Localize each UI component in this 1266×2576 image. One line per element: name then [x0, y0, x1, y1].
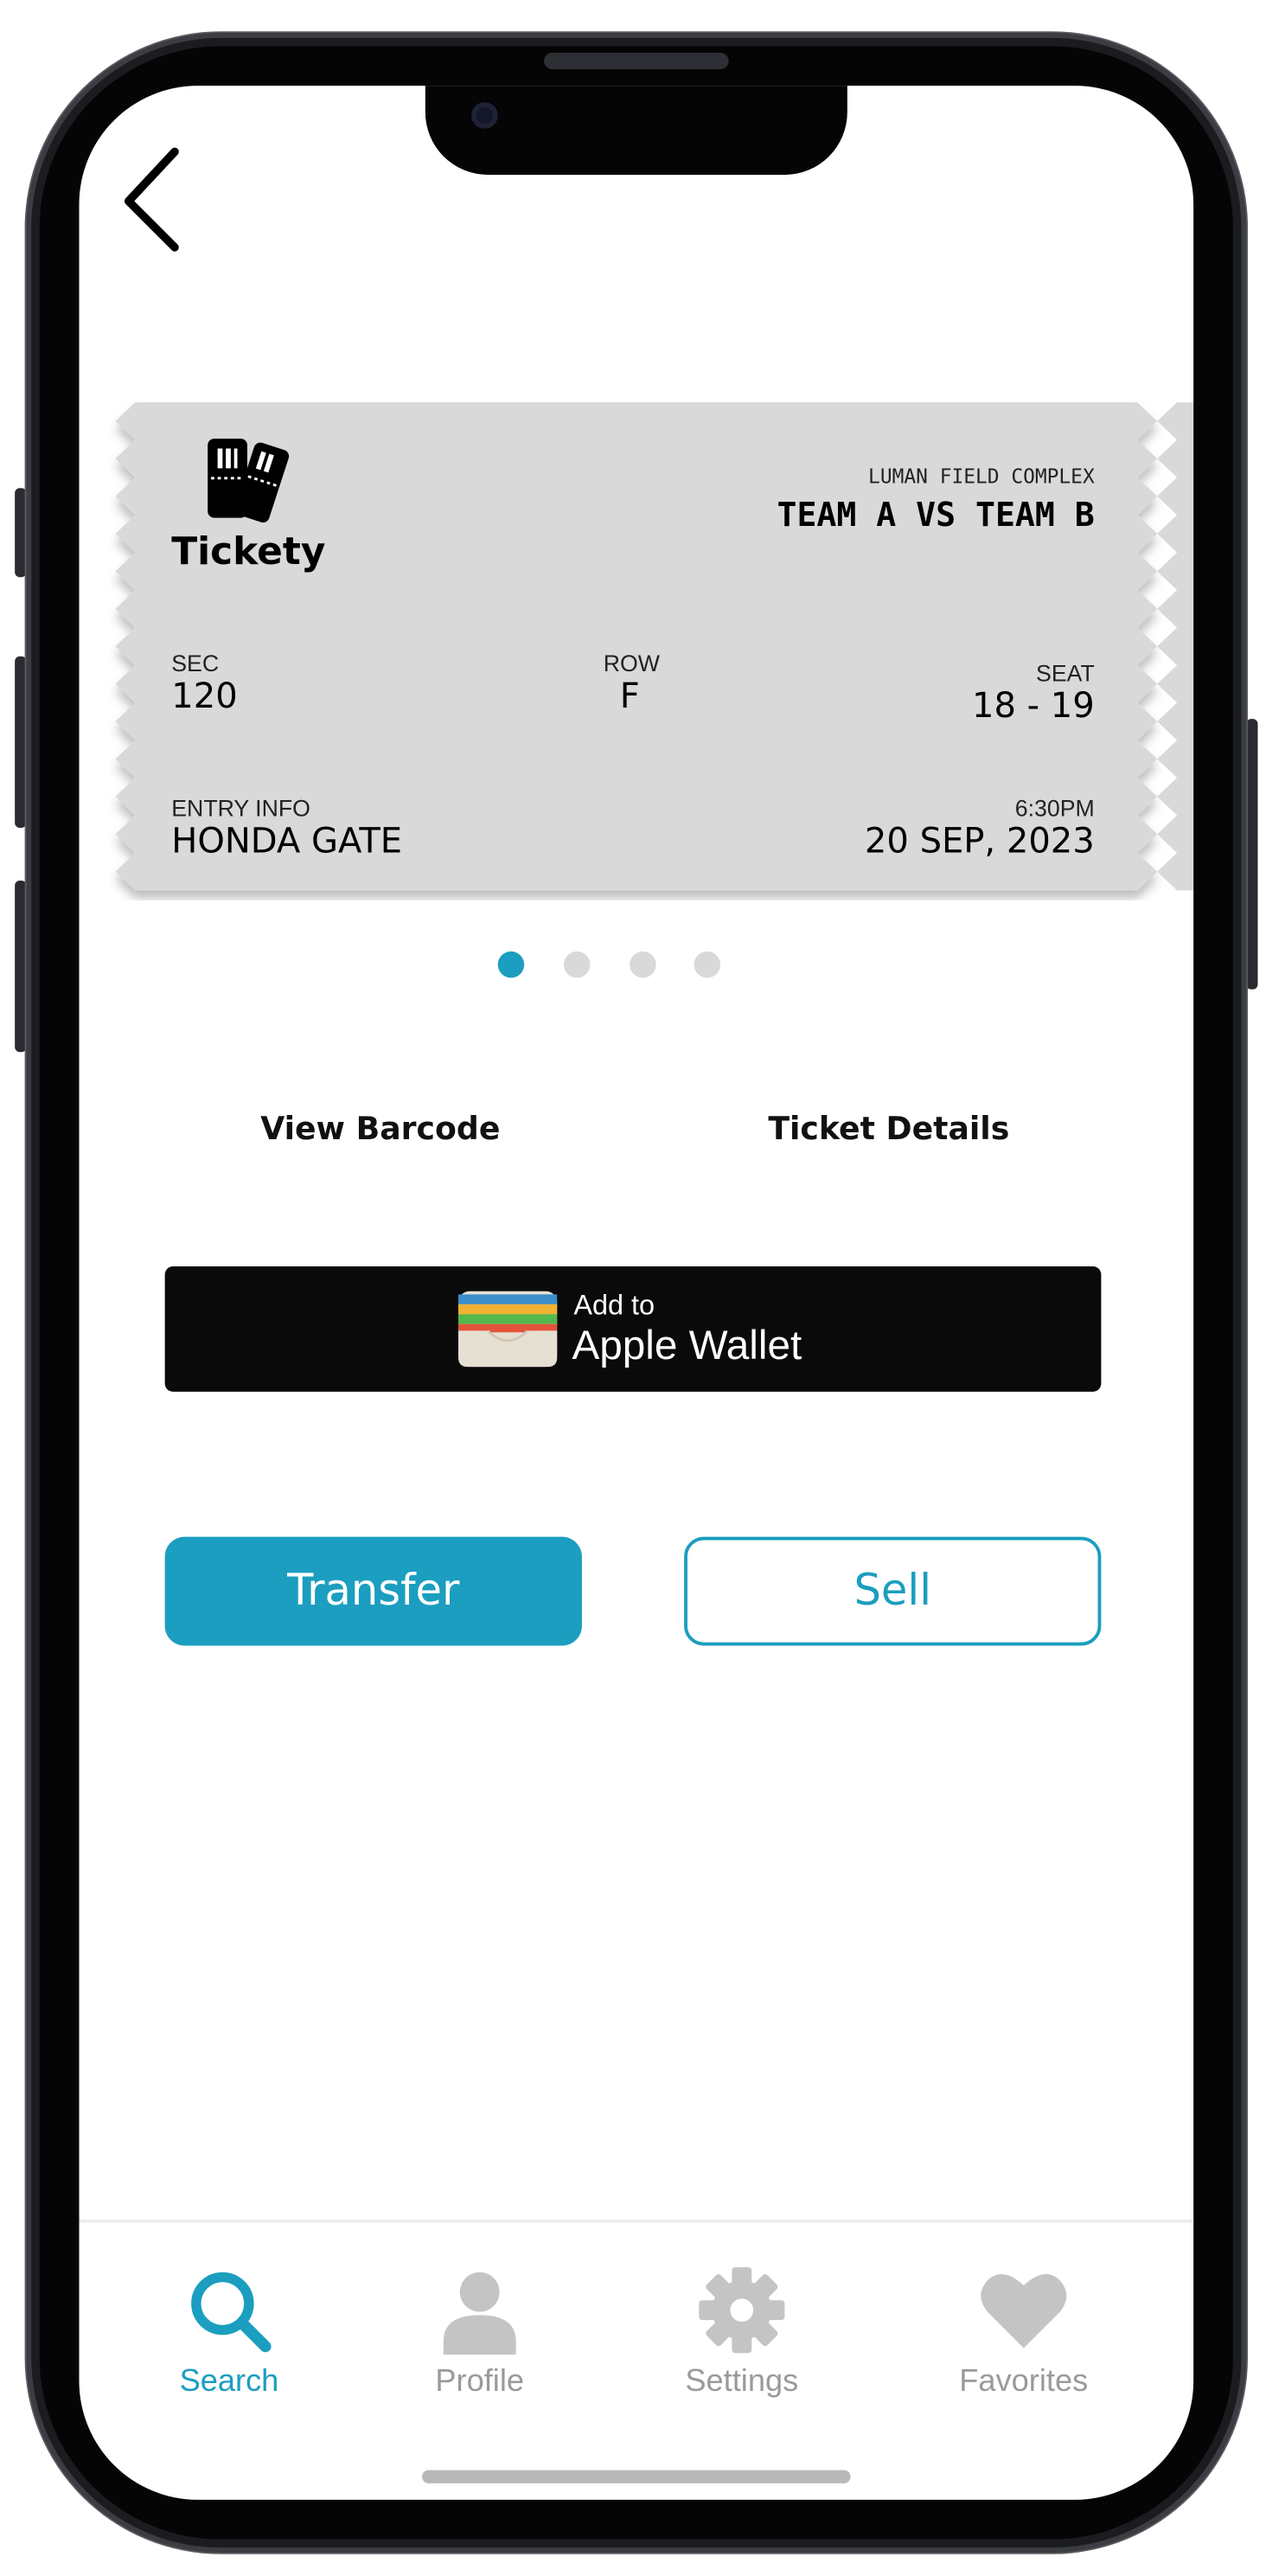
ticket-details-link[interactable]: Ticket Details — [768, 1112, 1009, 1148]
person-icon — [443, 2272, 516, 2355]
wallet-line1: Add to — [573, 1289, 655, 1321]
gear-icon — [699, 2267, 785, 2354]
home-indicator — [422, 2470, 851, 2483]
tab-label: Profile — [435, 2364, 525, 2400]
next-ticket-peek — [1157, 402, 1194, 891]
sec-value: 120 — [171, 676, 238, 716]
sell-button[interactable]: Sell — [684, 1536, 1102, 1646]
heart-icon — [981, 2273, 1067, 2349]
tab-settings[interactable]: Settings — [669, 2265, 815, 2400]
wallet-line2: Apple Wallet — [572, 1322, 802, 1369]
ticket-card[interactable]: Tickety LUMAN FIELD COMPLEX TEAM A VS TE… — [109, 399, 1164, 900]
venue-name: LUMAN FIELD COMPLEX — [868, 465, 1095, 489]
row-value: F — [619, 676, 640, 716]
tab-bar-divider — [79, 2219, 1194, 2223]
tab-favorites[interactable]: Favorites — [946, 2265, 1101, 2400]
tab-search[interactable]: Search — [165, 2265, 294, 2400]
seat-label: SEAT — [1036, 659, 1095, 687]
event-title: TEAM A VS TEAM B — [777, 494, 1095, 535]
event-date: 20 SEP, 2023 — [864, 821, 1095, 862]
event-time: 6:30PM — [1014, 794, 1095, 822]
entry-info-label: ENTRY INFO — [171, 794, 310, 822]
seat-value: 18 - 19 — [971, 686, 1095, 726]
back-button[interactable] — [115, 142, 195, 257]
view-barcode-link[interactable]: View Barcode — [260, 1112, 500, 1148]
notch — [425, 86, 847, 176]
add-to-apple-wallet-button[interactable]: Add to Apple Wallet — [164, 1266, 1102, 1392]
chevron-left-icon — [124, 147, 179, 252]
volume-up-button — [15, 656, 27, 828]
speaker-grille — [544, 53, 729, 70]
tab-label: Settings — [685, 2364, 799, 2400]
tab-label: Favorites — [959, 2364, 1089, 2400]
tab-profile[interactable]: Profile — [415, 2265, 544, 2400]
mute-switch — [15, 488, 27, 578]
pager-dots — [497, 951, 729, 978]
search-icon — [191, 2272, 272, 2353]
row-label: ROW — [603, 650, 660, 676]
tab-label: Search — [179, 2364, 279, 2400]
sec-label: SEC — [171, 650, 220, 676]
pager-dot[interactable] — [563, 951, 591, 978]
wallet-icon — [457, 1291, 558, 1368]
camera — [471, 102, 498, 129]
volume-down-button — [15, 880, 27, 1053]
power-button — [1246, 719, 1258, 990]
entry-info-value: HONDA GATE — [171, 821, 403, 862]
transfer-button[interactable]: Transfer — [164, 1536, 582, 1646]
tickets-logo-icon — [208, 439, 290, 523]
pager-dot[interactable] — [497, 951, 525, 978]
brand-name: Tickety — [171, 530, 326, 574]
pager-dot[interactable] — [630, 951, 656, 978]
pager-dot[interactable] — [694, 951, 721, 978]
